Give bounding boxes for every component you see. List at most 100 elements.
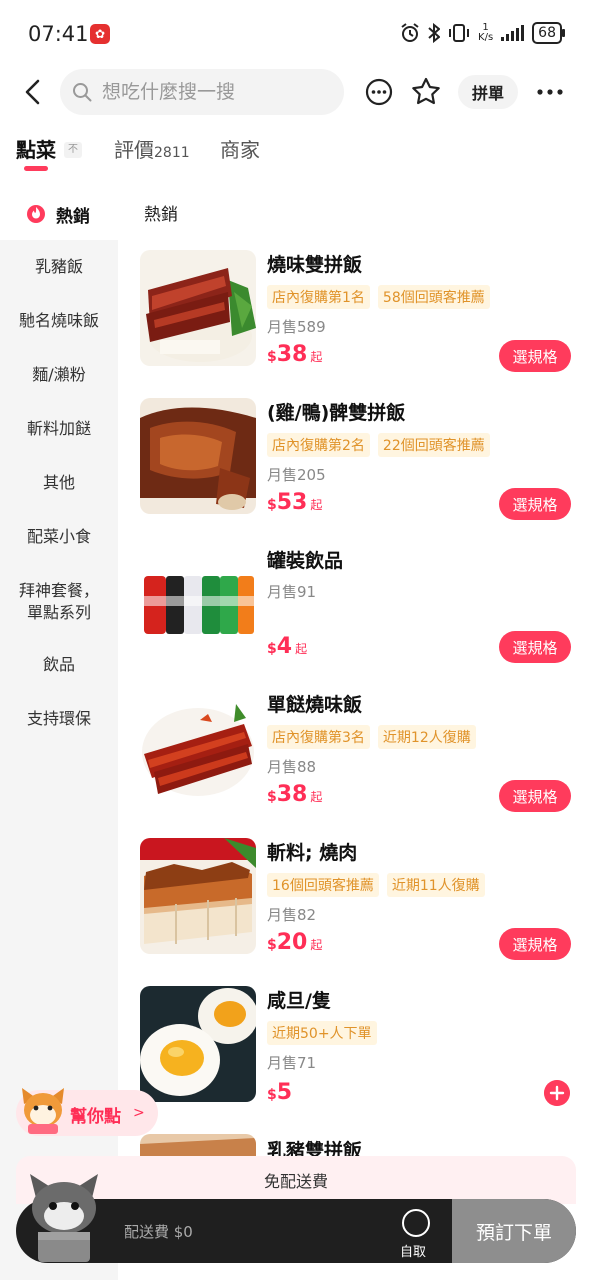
section-title: 熱銷 bbox=[144, 205, 178, 225]
checkout-button[interactable]: 預訂下單 bbox=[452, 1199, 576, 1263]
product-price: $5 bbox=[267, 1080, 292, 1105]
sidebar-item[interactable]: 配菜小食 bbox=[0, 526, 118, 548]
favorite-star-icon[interactable] bbox=[410, 76, 442, 108]
top-bar: 拼單 bbox=[0, 66, 592, 118]
product-price: $38 起 bbox=[267, 342, 322, 367]
product-sales: 月售205 bbox=[267, 466, 326, 484]
vibrate-icon bbox=[449, 24, 470, 42]
sidebar-item[interactable]: 支持環保 bbox=[0, 708, 118, 730]
sidebar-item[interactable]: 麵/瀨粉 bbox=[0, 364, 118, 386]
product-image-salted-egg bbox=[140, 986, 256, 1102]
product-item[interactable]: (雞/鴨)髀雙拼飯 店內復購第2名 22個回頭客推薦 月售205 $53 起 選規… bbox=[140, 398, 580, 528]
product-tag: 58個回頭客推薦 bbox=[377, 285, 490, 309]
status-icons: 1 K/s 68 bbox=[400, 22, 565, 44]
status-time: 07:41 bbox=[28, 22, 89, 46]
pickup-label: 自取 bbox=[400, 1245, 427, 1260]
flame-icon bbox=[27, 205, 45, 223]
product-name: 燒味雙拼飯 bbox=[267, 254, 363, 276]
select-spec-button[interactable]: 選規格 bbox=[499, 488, 571, 520]
search-bar[interactable] bbox=[60, 69, 344, 115]
group-order-button[interactable]: 拼單 bbox=[458, 75, 518, 109]
sidebar-item[interactable]: 乳豬飯 bbox=[0, 256, 118, 278]
product-price: $38 起 bbox=[267, 782, 322, 807]
product-tag: 店內復購第1名 bbox=[267, 285, 370, 309]
add-to-cart-icon[interactable] bbox=[544, 1080, 570, 1106]
status-bar: 07:41 ✿ 1 K/s 68 bbox=[0, 0, 592, 64]
sidebar-item-label: 熱銷 bbox=[56, 207, 90, 227]
product-image-canned-drinks bbox=[140, 546, 256, 662]
product-sales: 月售91 bbox=[267, 583, 317, 601]
squirrel-mascot-icon bbox=[22, 1088, 64, 1134]
tab-reviews[interactable]: 評價2811 bbox=[114, 134, 190, 163]
select-spec-button[interactable]: 選規格 bbox=[499, 340, 571, 372]
product-tag: 店內復購第3名 bbox=[267, 725, 370, 749]
product-item[interactable]: 燒味雙拼飯 店內復購第1名 58個回頭客推薦 月售589 $38 起 選規格 bbox=[140, 250, 580, 380]
product-image-chicken-duck-leg bbox=[140, 398, 256, 514]
sidebar-item-line: 拜神套餐， bbox=[18, 581, 99, 600]
product-name: 斬料; 燒肉 bbox=[267, 842, 358, 864]
active-tab-indicator bbox=[24, 166, 48, 171]
price-value: 53 bbox=[276, 490, 308, 515]
price-currency: $ bbox=[267, 789, 277, 805]
product-tags: 店內復購第2名 22個回頭客推薦 bbox=[267, 433, 490, 457]
more-options-icon[interactable] bbox=[536, 88, 564, 96]
product-name: (雞/鴨)髀雙拼飯 bbox=[267, 402, 406, 424]
product-item[interactable]: 罐裝飲品 月售91 $4 起 選規格 bbox=[140, 546, 580, 666]
price-value: 4 bbox=[276, 634, 293, 659]
product-tag: 16個回頭客推薦 bbox=[267, 873, 379, 897]
price-suffix: 起 bbox=[310, 938, 323, 952]
product-sales: 月售82 bbox=[267, 906, 317, 924]
tab-reviews-label: 評價 bbox=[114, 138, 154, 162]
signal-icon bbox=[501, 25, 525, 41]
product-name: 罐裝飲品 bbox=[267, 550, 344, 572]
product-item[interactable]: 斬料; 燒肉 16個回頭客推薦 近期11人復購 月售82 $20 起 選規格 bbox=[140, 838, 580, 968]
back-arrow-icon[interactable] bbox=[22, 78, 44, 106]
product-item[interactable]: 咸旦/隻 近期50+人下單 月售71 $5 bbox=[140, 986, 580, 1116]
product-tag: 店內復購第2名 bbox=[267, 433, 370, 457]
product-tags: 店內復購第1名 58個回頭客推薦 bbox=[267, 285, 490, 309]
price-currency: $ bbox=[267, 497, 277, 513]
sidebar-item-hot[interactable]: 熱銷 bbox=[0, 192, 118, 232]
select-spec-button[interactable]: 選規格 bbox=[499, 631, 571, 663]
sidebar-item[interactable]: 其他 bbox=[0, 472, 118, 494]
sidebar-item[interactable]: 飲品 bbox=[0, 654, 118, 676]
cart-mascot-icon[interactable] bbox=[18, 1168, 110, 1268]
price-currency: $ bbox=[267, 641, 277, 657]
product-tags: 店內復購第3名 近期12人復購 bbox=[267, 725, 476, 749]
select-spec-button[interactable]: 選規格 bbox=[499, 928, 571, 960]
price-suffix: 起 bbox=[310, 350, 323, 364]
product-image-char-siu-rice bbox=[140, 690, 256, 806]
product-sales: 月售88 bbox=[267, 758, 317, 776]
price-suffix: 起 bbox=[310, 498, 323, 512]
product-tag: 近期11人復購 bbox=[386, 873, 485, 897]
select-spec-button[interactable]: 選規格 bbox=[499, 780, 571, 812]
price-value: 20 bbox=[276, 930, 308, 955]
product-tag: 近期12人復購 bbox=[377, 725, 476, 749]
product-tags: 16個回頭客推薦 近期11人復購 bbox=[267, 873, 485, 897]
sidebar-item[interactable]: 馳名燒味飯 bbox=[0, 310, 118, 332]
sidebar-item[interactable]: 斬料加餸 bbox=[0, 418, 118, 440]
battery-indicator: 68 bbox=[532, 22, 565, 44]
price-currency: $ bbox=[267, 349, 277, 365]
price-suffix: 起 bbox=[310, 790, 323, 804]
price-value: 38 bbox=[276, 342, 308, 367]
main-tabs: 點菜 不 評價2811 商家 bbox=[0, 134, 592, 182]
product-price: $20 起 bbox=[267, 930, 322, 955]
network-speed-unit: K/s bbox=[478, 32, 494, 43]
product-sales: 月售71 bbox=[267, 1054, 317, 1072]
tab-merchant[interactable]: 商家 bbox=[220, 134, 260, 163]
app-notification-icon: ✿ bbox=[90, 24, 110, 44]
pickup-radio-icon[interactable] bbox=[402, 1209, 430, 1237]
sidebar-item-multiline[interactable]: 拜神套餐， 單點系列 bbox=[0, 580, 118, 624]
price-currency: $ bbox=[267, 1087, 277, 1103]
tab-order-badge: 不 bbox=[64, 142, 82, 158]
product-item[interactable]: 單餸燒味飯 店內復購第3名 近期12人復購 月售88 $38 起 選規格 bbox=[140, 690, 580, 820]
product-tags: 近期50+人下單 bbox=[267, 1021, 377, 1045]
price-currency: $ bbox=[267, 937, 277, 953]
search-icon bbox=[73, 83, 92, 102]
search-input[interactable] bbox=[102, 78, 332, 106]
help-me-order-button[interactable]: 幫你點 > bbox=[16, 1088, 158, 1136]
network-speed: 1 K/s bbox=[478, 23, 493, 43]
chat-icon[interactable] bbox=[364, 77, 394, 107]
tab-order[interactable]: 點菜 bbox=[16, 134, 56, 163]
